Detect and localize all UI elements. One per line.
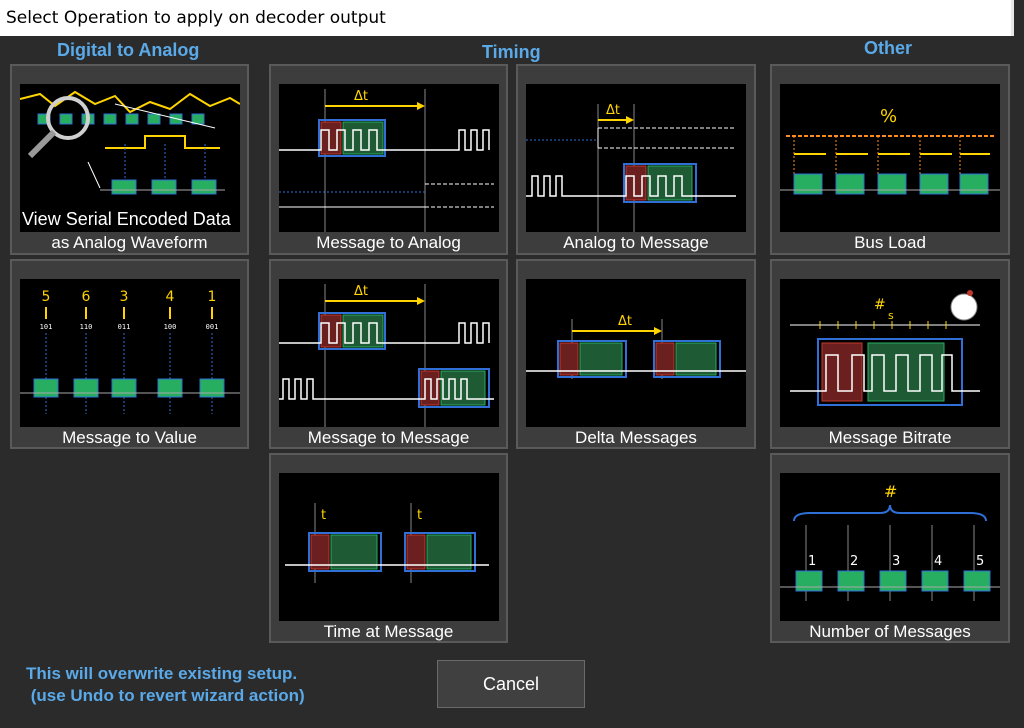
card-label: Bus Load xyxy=(854,233,926,252)
bits-2: 110 xyxy=(80,323,93,331)
card-label: Message to Value xyxy=(62,428,197,447)
card-number-of-messages[interactable]: # 1 2 3 4 5 Number of Messages xyxy=(770,453,1010,643)
card-label: Number of Messages xyxy=(809,622,971,641)
bits-4: 100 xyxy=(164,323,177,331)
warning-line-1: This will overwrite existing setup. xyxy=(26,664,298,683)
card-analog-to-message[interactable]: Δt Analog to Message xyxy=(516,64,756,255)
value-digit-2: 6 xyxy=(82,289,91,305)
dialog-title-bar: Select Operation to apply on decoder out… xyxy=(0,0,1014,36)
value-digit-5: 1 xyxy=(208,289,217,305)
header-other: Other xyxy=(864,38,913,58)
thumb-time-at-message: t t xyxy=(279,473,499,621)
delta-label: Δt xyxy=(618,314,632,329)
thumb-message-to-message: Δt xyxy=(279,279,499,427)
cancel-button[interactable]: Cancel xyxy=(437,660,585,708)
stopwatch-icon xyxy=(950,293,978,321)
thumb-delta-messages: Δt xyxy=(526,279,746,427)
card-label: Message Bitrate xyxy=(828,428,952,447)
card-message-bitrate[interactable]: # s Message Bitrate xyxy=(770,259,1010,449)
value-digit-3: 3 xyxy=(120,289,129,305)
value-digit-4: 4 xyxy=(166,289,175,305)
percent-symbol: % xyxy=(880,106,897,127)
value-digit-1: 5 xyxy=(42,289,51,305)
count-4: 4 xyxy=(934,554,942,569)
card-message-to-message[interactable]: Δt Message to Message xyxy=(269,259,508,449)
card-label: Message to Message xyxy=(307,428,470,447)
thumb-bus-load: % xyxy=(780,84,1000,232)
card-label: as Analog Waveform xyxy=(51,233,208,252)
card-label: Delta Messages xyxy=(575,428,697,447)
header-digital-to-analog: Digital to Analog xyxy=(57,40,200,60)
card-time-at-message[interactable]: t t Time at Message xyxy=(269,453,508,643)
bits-3: 011 xyxy=(118,323,131,331)
count-5: 5 xyxy=(976,554,984,569)
thumb-overlay-text: View Serial Encoded Data xyxy=(22,209,231,229)
count-symbol: # xyxy=(884,482,897,501)
delta-label: Δt xyxy=(354,284,368,299)
delta-label: Δt xyxy=(354,89,368,104)
warning-line-2: (use Undo to revert wizard action) xyxy=(26,686,305,705)
count-3: 3 xyxy=(892,554,900,569)
time-label-1: t xyxy=(321,508,326,523)
card-bus-load[interactable]: % Bus Load xyxy=(770,64,1010,255)
bitrate-symbol-bottom: s xyxy=(888,309,894,322)
header-timing: Timing xyxy=(482,42,541,62)
thumb-view-serial: View Serial Encoded Data xyxy=(20,84,240,232)
card-message-to-value[interactable]: 5 6 3 4 1 101 110 011 100 001 Message to… xyxy=(10,259,249,449)
thumb-analog-to-message: Δt xyxy=(526,84,746,232)
bits-5: 001 xyxy=(206,323,219,331)
card-label: Message to Analog xyxy=(316,233,461,252)
card-view-serial-as-analog[interactable]: View Serial Encoded Data as Analog Wavef… xyxy=(10,64,249,255)
thumb-message-bitrate: # s xyxy=(780,279,1000,427)
dialog-title: Select Operation to apply on decoder out… xyxy=(6,8,386,28)
thumb-message-to-value: 5 6 3 4 1 101 110 011 100 001 xyxy=(20,279,240,427)
bitrate-symbol-top: # xyxy=(874,297,886,313)
delta-label: Δt xyxy=(606,103,620,118)
card-message-to-analog[interactable]: Δt Message to Analog xyxy=(269,64,508,255)
card-label: Analog to Message xyxy=(563,233,709,252)
thumb-number-of-messages: # 1 2 3 4 5 xyxy=(780,473,1000,621)
thumb-message-to-analog: Δt xyxy=(279,84,499,232)
count-1: 1 xyxy=(808,554,816,569)
bits-1: 101 xyxy=(40,323,53,331)
count-2: 2 xyxy=(850,554,858,569)
card-delta-messages[interactable]: Δt Delta Messages xyxy=(516,259,756,449)
overwrite-warning: This will overwrite existing setup. (use… xyxy=(26,663,305,707)
card-label: Time at Message xyxy=(323,622,454,641)
time-label-2: t xyxy=(417,508,422,523)
